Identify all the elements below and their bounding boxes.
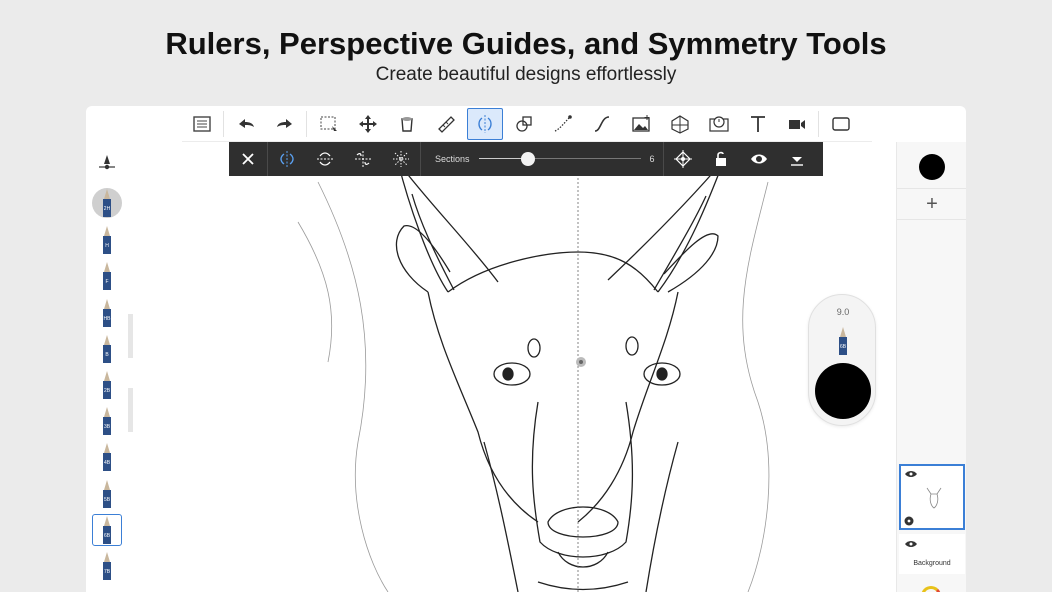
sections-label: Sections [435, 154, 470, 164]
side-handle[interactable] [128, 314, 133, 358]
brush-label: 7B [103, 569, 111, 575]
brush-item[interactable]: HB [92, 297, 122, 329]
layer-eye-icon[interactable] [905, 470, 917, 478]
fill-icon[interactable] [389, 108, 425, 140]
brush-settings-icon[interactable] [96, 152, 118, 174]
brush-label: 2B [103, 388, 111, 394]
color-wheel-icon[interactable] [921, 586, 941, 592]
collapse-icon[interactable] [778, 142, 816, 176]
brush-item[interactable]: 5B [92, 478, 122, 510]
visibility-eye-icon[interactable] [740, 142, 778, 176]
right-panel: + Background [896, 142, 966, 592]
layer-preview-sketch [926, 487, 942, 509]
puck-brush-label: 6B [839, 344, 847, 350]
layer-thumbnail[interactable] [899, 464, 965, 530]
brush-label: 2H [103, 206, 111, 212]
time-lapse-icon[interactable] [701, 108, 737, 140]
close-icon[interactable] [229, 142, 267, 176]
brush-label: 6B [103, 532, 111, 539]
brush-item[interactable]: 3B [92, 405, 122, 437]
brush-label: F [105, 279, 109, 286]
main-toolbar [182, 106, 872, 142]
symmetry-toolbar: Sections 6 [229, 142, 823, 176]
brush-label: 5B [103, 496, 111, 503]
radial-symmetry-icon[interactable] [382, 142, 420, 176]
brush-item[interactable]: 2B [92, 369, 122, 401]
pencil-brush-icon: 5B [102, 479, 112, 508]
text-icon[interactable] [740, 108, 776, 140]
brush-item[interactable]: B [92, 333, 122, 365]
puck-brush-pencil: 6B [838, 327, 848, 355]
toolbar-divider [306, 110, 307, 137]
perspective-icon[interactable] [662, 108, 698, 140]
promo-headline: Rulers, Perspective Guides, and Symmetry… [165, 26, 887, 61]
symmetry-icon[interactable] [466, 107, 503, 140]
brush-label: HB [103, 315, 111, 322]
transform-icon[interactable] [350, 108, 386, 140]
slider-knob[interactable] [520, 152, 535, 166]
pencil-brush-icon: 6B [102, 515, 112, 544]
pencil-brush-icon: 2H [102, 189, 112, 217]
list-icon[interactable] [184, 108, 220, 140]
brush-item[interactable]: H [92, 224, 122, 256]
brush-label: 3B [103, 424, 111, 431]
brush-item[interactable]: 2H [92, 188, 122, 218]
sketch-drawing [297, 159, 770, 592]
quadrant-symmetry-icon[interactable] [344, 142, 382, 176]
selection-icon[interactable] [311, 108, 347, 140]
brush-opacity-circle[interactable] [815, 363, 871, 419]
sections-value: 6 [649, 154, 655, 164]
pencil-brush-icon: 4B [102, 443, 112, 472]
pencil-brush-icon: 3B [102, 407, 112, 436]
pencil-brush-icon: 2B [102, 371, 112, 399]
brush-item[interactable]: 4B [92, 441, 122, 473]
app-window: Sections 6 2H H F HB B 2B 3B 4B 5B 6B 7B 9.0 [86, 106, 966, 592]
redo-icon[interactable] [267, 108, 303, 140]
background-eye-icon[interactable] [905, 540, 917, 548]
brush-label: B [105, 351, 109, 358]
pencil-brush-icon: H [102, 226, 112, 255]
curve-icon[interactable] [584, 108, 620, 140]
promo-subline: Create beautiful designs effortlessly [375, 64, 677, 85]
brush-library: 2H H F HB B 2B 3B 4B 5B 6B 7B [86, 142, 128, 592]
brush-label: 4B [103, 460, 111, 467]
ruler-icon[interactable] [428, 108, 464, 140]
background-layer[interactable]: Background [899, 534, 965, 574]
toolbar-divider [818, 110, 819, 137]
video-icon[interactable] [779, 108, 815, 140]
pencil-brush-icon: B [102, 334, 112, 363]
unlock-icon[interactable] [702, 142, 740, 176]
brush-label: H [105, 243, 109, 250]
stroke-icon[interactable] [545, 108, 581, 140]
side-handle[interactable] [128, 388, 133, 432]
brush-item[interactable]: 7B [92, 550, 122, 582]
shape-icon[interactable] [506, 108, 542, 140]
background-layer-label: Background [913, 560, 951, 567]
undo-icon[interactable] [228, 108, 264, 140]
pencil-brush-icon: 7B [102, 552, 112, 580]
plus-icon: + [926, 192, 938, 215]
pencil-brush-icon: HB [102, 298, 112, 327]
brush-item[interactable]: 6B [92, 513, 122, 546]
pencil-brush-icon: F [102, 262, 112, 291]
current-color-swatch[interactable] [919, 154, 945, 180]
drawing-canvas[interactable] [128, 142, 896, 592]
toolbar-divider [223, 110, 224, 137]
add-layer-button[interactable]: + [897, 188, 966, 220]
symmetry-divider [420, 142, 421, 176]
brush-size-value: 9.0 [836, 307, 850, 317]
vertical-symmetry-icon[interactable] [268, 142, 306, 176]
sections-slider[interactable] [479, 149, 641, 169]
layer-options-icon[interactable] [904, 516, 914, 526]
image-icon[interactable] [623, 108, 659, 140]
fullscreen-icon[interactable] [823, 108, 859, 140]
symmetry-center-icon[interactable] [664, 142, 702, 176]
brush-item[interactable]: F [92, 260, 122, 292]
horizontal-symmetry-icon[interactable] [306, 142, 344, 176]
brush-puck[interactable]: 9.0 6B [808, 294, 876, 426]
